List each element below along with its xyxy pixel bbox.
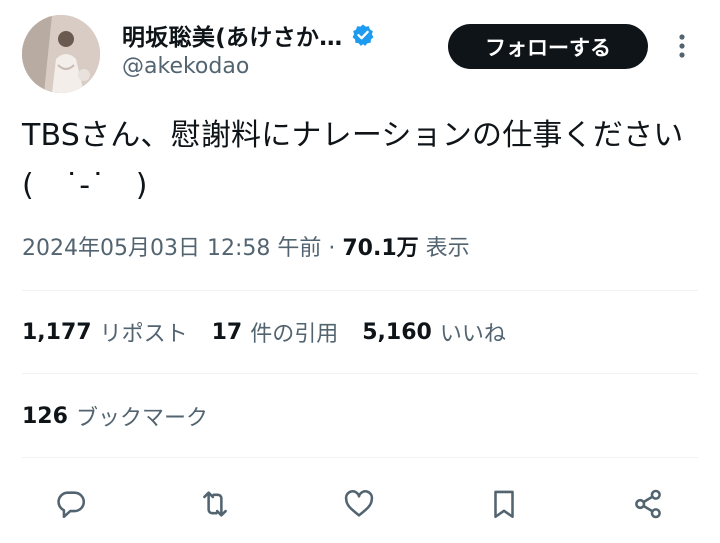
avatar[interactable] [22,15,100,93]
bookmarks-count: 126 [22,403,68,429]
tweet-meta: 2024年05月03日 12:58 午前 · 70.1万 表示 [22,229,470,269]
divider [22,373,698,374]
reposts-count: 1,177 [22,319,92,345]
meta-separator: · [328,236,336,261]
likes-count: 5,160 [362,319,432,345]
bookmark-icon[interactable] [484,484,524,524]
quotes-count: 17 [211,319,243,345]
engagement-stats: 1,177 リポスト 17 件の引用 5,160 いいね [22,312,530,352]
follow-button[interactable]: フォローする [448,24,648,69]
avatar-image [22,15,100,93]
reposts-stat[interactable]: 1,177 リポスト [22,316,188,348]
views-label: 表示 [425,236,470,261]
timestamp[interactable]: 2024年05月03日 12:58 午前 [22,236,321,261]
action-bar [0,478,720,530]
tweet-text: TBSさん、慰謝料にナレーションの仕事ください( ˙-˙ ) [22,118,684,203]
divider [22,290,698,291]
likes-stat[interactable]: 5,160 いいね [362,316,506,348]
reposts-label: リポスト [99,322,188,347]
quotes-stat[interactable]: 17 件の引用 [212,316,339,348]
author-name-row: 明坂聡美(あけさか… [122,18,375,52]
share-icon[interactable] [628,484,668,524]
heart-icon[interactable] [339,484,379,524]
author-handle[interactable]: @akekodao [122,54,249,79]
quotes-label: 件の引用 [250,322,339,347]
divider [22,457,698,458]
bookmarks-label: ブックマーク [75,406,208,431]
reply-icon[interactable] [51,484,91,524]
author-display-name[interactable]: 明坂聡美(あけさか… [122,18,343,52]
bookmarks-stat[interactable]: 126 ブックマーク [22,396,208,436]
likes-label: いいね [439,322,506,347]
more-vertical-icon[interactable] [668,30,696,62]
retweet-icon[interactable] [195,484,235,524]
views-count: 70.1万 [342,236,419,261]
verified-badge-icon [351,23,375,47]
